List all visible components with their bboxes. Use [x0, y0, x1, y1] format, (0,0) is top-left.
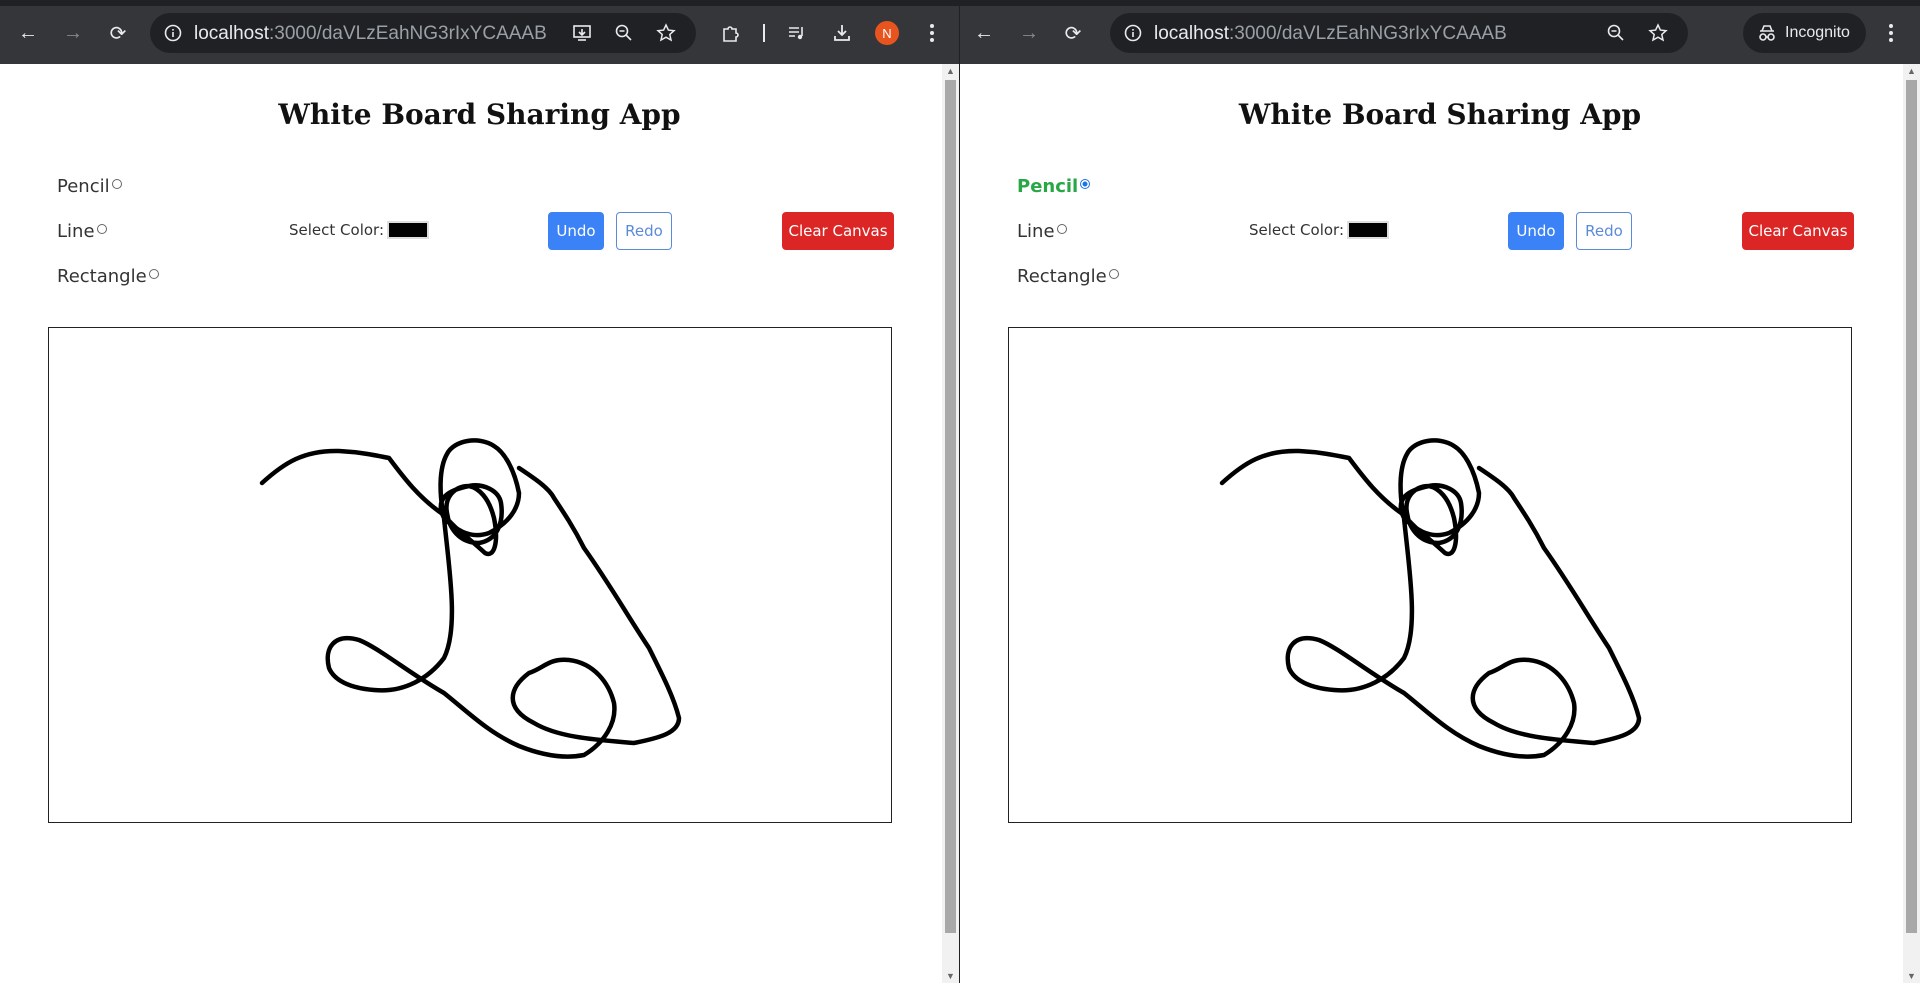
tool-line-label: Line: [1017, 221, 1055, 242]
clear-canvas-button[interactable]: Clear Canvas: [1742, 212, 1854, 250]
pencil-stroke: [259, 438, 682, 759]
tool-pencil-radio[interactable]: [1080, 178, 1091, 189]
undo-button[interactable]: Undo: [1508, 212, 1564, 250]
incognito-label: Incognito: [1785, 24, 1850, 41]
tool-pencil-radio[interactable]: [111, 178, 122, 189]
redo-button[interactable]: Redo: [616, 212, 672, 250]
browser-window-right: ← → ⟳ localhost:3000/daVLzEahNG3rIxYCAAA…: [960, 0, 1920, 983]
profile-avatar[interactable]: N: [875, 21, 899, 45]
reload-icon[interactable]: ⟳: [103, 18, 133, 48]
page-title: White Board Sharing App: [1238, 98, 1642, 131]
tool-line-radio[interactable]: [96, 223, 107, 234]
drawing-canvas[interactable]: [48, 327, 892, 823]
tab-strip: [0, 0, 959, 6]
tool-line-radio[interactable]: [1056, 223, 1067, 234]
clear-canvas-button[interactable]: Clear Canvas: [782, 212, 894, 250]
media-controls-icon[interactable]: [782, 18, 812, 48]
url-text: localhost:3000/daVLzEahNG3rIxYCAAAB: [194, 23, 547, 44]
reload-icon[interactable]: ⟳: [1058, 18, 1088, 48]
tool-pencil-label: Pencil: [57, 176, 110, 197]
bookmark-star-icon[interactable]: [654, 21, 678, 45]
install-app-icon[interactable]: [570, 21, 594, 45]
page-scrollbar[interactable]: ▲ ▼: [1903, 64, 1920, 983]
scroll-up-icon[interactable]: ▲: [1903, 64, 1920, 78]
downloads-icon[interactable]: [827, 18, 857, 48]
tool-pencil-label: Pencil: [1017, 176, 1079, 197]
undo-button[interactable]: Undo: [548, 212, 604, 250]
browser-menu-icon[interactable]: [1876, 18, 1906, 48]
whiteboard-page: White Board Sharing App Pencil Line Rect…: [960, 64, 1920, 983]
canvas-drawing: [1219, 438, 1642, 759]
tool-rectangle-label: Rectangle: [57, 266, 147, 287]
page-title: White Board Sharing App: [278, 98, 681, 131]
back-icon[interactable]: ←: [13, 18, 43, 48]
zoom-icon[interactable]: [612, 21, 636, 45]
drawing-canvas[interactable]: [1008, 327, 1852, 823]
browser-toolbar: ← → ⟳ localhost:3000/daVLzEahNG3rIxYCAAA…: [0, 0, 959, 64]
forward-icon[interactable]: →: [58, 18, 88, 48]
tool-rectangle[interactable]: Rectangle: [1017, 266, 1119, 287]
incognito-indicator[interactable]: Incognito: [1743, 13, 1866, 53]
page-scrollbar[interactable]: ▲ ▼: [942, 64, 959, 983]
scrollbar-thumb[interactable]: [945, 80, 956, 933]
pencil-stroke: [1219, 438, 1642, 759]
incognito-icon: [1759, 25, 1775, 41]
color-swatch[interactable]: [1347, 221, 1389, 239]
tool-pencil[interactable]: Pencil: [1017, 176, 1091, 197]
tool-rectangle-label: Rectangle: [1017, 266, 1107, 287]
browser-window-left: ← → ⟳ localhost:3000/daVLzEahNG3rIxYCAAA…: [0, 0, 959, 983]
color-swatch[interactable]: [387, 221, 429, 239]
tool-rectangle-radio[interactable]: [148, 268, 159, 279]
scroll-up-icon[interactable]: ▲: [942, 64, 959, 78]
color-picker-label: Select Color:: [1249, 221, 1344, 239]
bookmark-star-icon[interactable]: [1646, 21, 1670, 45]
tab-strip: [960, 0, 1920, 6]
extensions-icon[interactable]: [716, 18, 746, 48]
address-bar[interactable]: localhost:3000/daVLzEahNG3rIxYCAAAB: [1110, 13, 1688, 53]
color-picker: Select Color:: [289, 221, 429, 239]
scrollbar-thumb[interactable]: [1906, 80, 1917, 933]
canvas-drawing: [259, 438, 682, 759]
scroll-down-icon[interactable]: ▼: [1903, 969, 1920, 983]
tool-pencil[interactable]: Pencil: [57, 176, 122, 197]
color-picker-label: Select Color:: [289, 221, 384, 239]
site-info-icon[interactable]: [1124, 24, 1142, 42]
color-picker: Select Color:: [1249, 221, 1389, 239]
url-text: localhost:3000/daVLzEahNG3rIxYCAAAB: [1154, 23, 1507, 44]
tool-rectangle-radio[interactable]: [1108, 268, 1119, 279]
site-info-icon[interactable]: [164, 24, 182, 42]
forward-icon[interactable]: →: [1014, 18, 1044, 48]
scroll-down-icon[interactable]: ▼: [942, 969, 959, 983]
tool-line[interactable]: Line: [1017, 221, 1067, 242]
toolbar-separator: [763, 24, 765, 42]
browser-toolbar-incognito: ← → ⟳ localhost:3000/daVLzEahNG3rIxYCAAA…: [960, 0, 1920, 64]
whiteboard-page: White Board Sharing App Pencil Line Rect…: [0, 64, 959, 983]
tool-rectangle[interactable]: Rectangle: [57, 266, 159, 287]
back-icon[interactable]: ←: [969, 18, 999, 48]
address-bar[interactable]: localhost:3000/daVLzEahNG3rIxYCAAAB: [150, 13, 696, 53]
browser-menu-icon[interactable]: [917, 18, 947, 48]
tool-line[interactable]: Line: [57, 221, 107, 242]
tool-line-label: Line: [57, 221, 95, 242]
redo-button[interactable]: Redo: [1576, 212, 1632, 250]
zoom-icon[interactable]: [1604, 21, 1628, 45]
